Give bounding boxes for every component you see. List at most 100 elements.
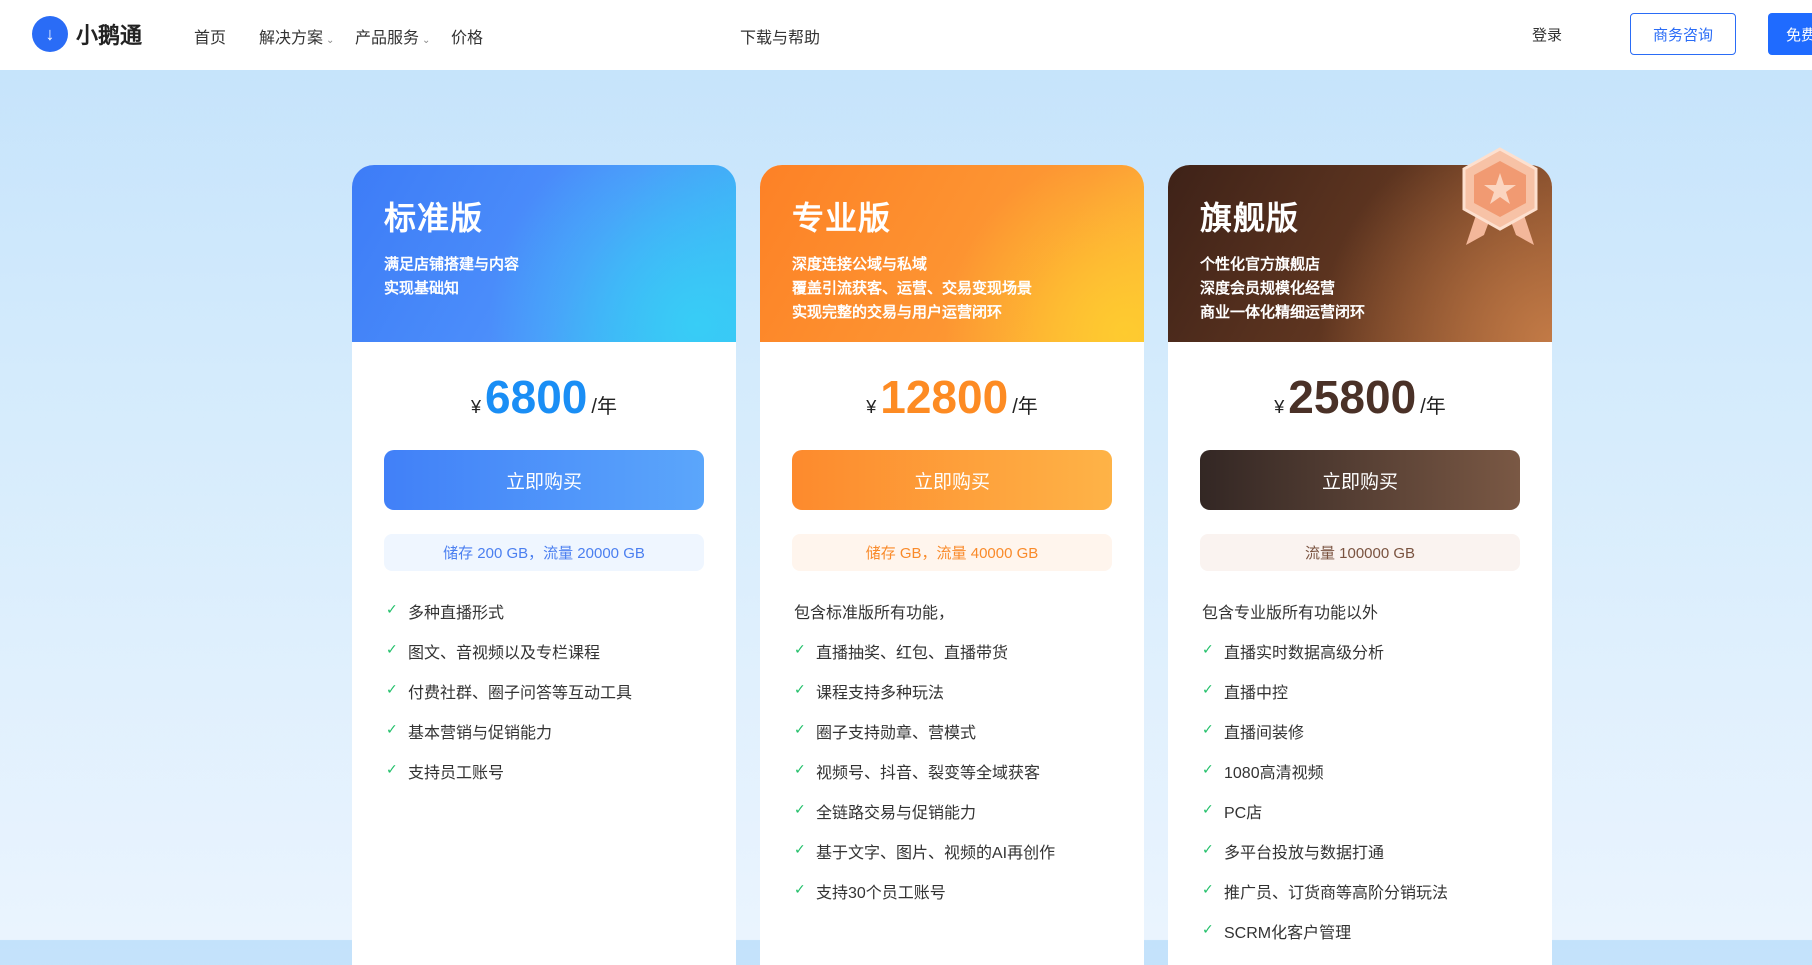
feature-item: ✓ SCRM化客户管理: [1202, 919, 1552, 959]
price-amount: 6800: [485, 371, 588, 423]
plan-price: ¥ 12800 /年: [760, 370, 1144, 424]
price-unit: /年: [1012, 396, 1038, 418]
currency: ¥: [471, 397, 482, 417]
feature-item: ✓ 基本营销与促销能力: [386, 719, 736, 759]
feature-text: 多平台投放与数据打通: [1224, 845, 1385, 862]
chevron-down-icon: ⌄: [422, 35, 431, 46]
nav-item-help[interactable]: 下载与帮助: [740, 24, 820, 48]
buy-button[interactable]: 立即购买: [384, 450, 704, 510]
feature-text: 多种直播形式: [408, 605, 505, 622]
price-unit: /年: [591, 396, 617, 418]
nav-label: 下载与帮助: [740, 30, 821, 47]
feature-item: ✓ 视频号、抖音、裂变等全域获客: [794, 759, 1144, 799]
nav-label: 首页: [194, 30, 227, 47]
feature-item: ✓ 1080高清视频: [1202, 759, 1552, 799]
feature-text: 推广员、订货商等高阶分销玩法: [1224, 885, 1449, 902]
feature-intro: 包含标准版所有功能，: [794, 605, 955, 622]
feature-text: 直播实时数据高级分析: [1224, 645, 1385, 662]
nav-item-pricing[interactable]: 价格: [451, 24, 483, 48]
logo-icon: ↓: [32, 16, 68, 52]
check-icon: ✓: [794, 721, 806, 737]
feature-text: 课程支持多种玩法: [816, 685, 945, 702]
feature-item: ✓ 课程支持多种玩法: [794, 679, 1144, 719]
feature-item: ✓ 推广员、订货商等高阶分销玩法: [1202, 879, 1552, 919]
price-unit: /年: [1420, 396, 1446, 418]
feature-text: 图文、音视频以及专栏课程: [408, 645, 601, 662]
feature-item: ✓ 基于文字、图片、视频的AI再创作: [794, 839, 1144, 879]
feature-list: ✓ 多种直播形式 ✓ 图文、音视频以及专栏课程 ✓ 付费社群、圈子问答等互动工具 ✓ 基…: [386, 599, 736, 799]
plan-desc: 满足店铺搭建与内容: [384, 256, 520, 273]
feature-text: 直播间装修: [1224, 725, 1305, 742]
feature-item: ✓ 多种直播形式: [386, 599, 736, 639]
check-icon: ✓: [1202, 881, 1214, 897]
feature-text: 支持30个员工账号: [816, 885, 946, 902]
feature-text: SCRM化客户管理: [1224, 925, 1352, 942]
price-amount: 25800: [1288, 371, 1417, 423]
check-icon: ✓: [386, 601, 398, 617]
login-link[interactable]: 登录: [1532, 24, 1562, 45]
storage-info: 储存 200 GB，流量 20000 GB: [384, 534, 704, 571]
plan-name: 专业版: [792, 200, 892, 236]
check-icon: ✓: [386, 761, 398, 777]
currency: ¥: [1274, 397, 1285, 417]
check-icon: ✓: [1202, 761, 1214, 777]
check-icon: ✓: [386, 721, 398, 737]
check-icon: ✓: [386, 681, 398, 697]
check-icon: ✓: [794, 881, 806, 897]
plan-desc: 实现完整的交易与用户运营闭环: [792, 304, 1003, 321]
logo[interactable]: ↓ 小鹅通: [32, 16, 142, 52]
medal-badge-icon: [1462, 147, 1538, 245]
plan-header: 旗舰版 个性化官方旗舰店 深度会员规模化经营 商业一体化精细运营闭环: [1168, 147, 1552, 342]
plan-price: ¥ 25800 /年: [1168, 370, 1552, 424]
plan-desc: 深度连接公域与私域: [792, 256, 928, 273]
plan-desc: 深度会员规模化经营: [1200, 280, 1336, 297]
check-icon: ✓: [1202, 801, 1214, 817]
feature-text: PC店: [1224, 805, 1263, 822]
feature-list: 包含专业版所有功能以外 ✓ 直播实时数据高级分析 ✓ 直播中控 ✓ 直播间装修 ✓ 10…: [1202, 599, 1552, 959]
feature-text: 全链路交易与促销能力: [816, 805, 977, 822]
feature-item: ✓ 支持员工账号: [386, 759, 736, 799]
nav-item-products[interactable]: 产品服务 ⌄: [355, 24, 430, 48]
feature-text: 付费社群、圈子问答等互动工具: [408, 685, 633, 702]
free-trial-button[interactable]: 免费: [1768, 13, 1812, 55]
feature-text: 视频号、抖音、裂变等全域获客: [816, 765, 1041, 782]
feature-intro: 包含专业版所有功能以外: [1202, 605, 1379, 622]
storage-info: 储存 GB，流量 40000 GB: [792, 534, 1112, 571]
plan-price: ¥ 6800 /年: [352, 370, 736, 424]
check-icon: ✓: [386, 641, 398, 657]
nav-label: 产品服务: [355, 30, 420, 47]
feature-text: 直播中控: [1224, 685, 1289, 702]
plan-header: 标准版 满足店铺搭建与内容 实现基础知: [352, 165, 736, 342]
feature-text: 1080高清视频: [1224, 765, 1324, 782]
feature-item: ✓ PC店: [1202, 799, 1552, 839]
buy-button[interactable]: 立即购买: [792, 450, 1112, 510]
logo-text: 小鹅通: [76, 23, 143, 48]
nav-label: 价格: [451, 30, 484, 47]
check-icon: ✓: [1202, 641, 1214, 657]
plan-name: 标准版: [384, 200, 484, 236]
plan-desc: 商业一体化精细运营闭环: [1200, 304, 1366, 321]
plan-card-standard: 标准版 满足店铺搭建与内容 实现基础知 ¥ 6800 /年 立即购买 储存 20…: [352, 165, 736, 965]
top-nav: ↓ 小鹅通 首页 解决方案 ⌄ 产品服务 ⌄ 价格 下载与帮助 登录 商务咨询 免费: [0, 0, 1812, 70]
buy-button[interactable]: 立即购买: [1200, 450, 1520, 510]
check-icon: ✓: [794, 641, 806, 657]
feature-text: 支持员工账号: [408, 765, 505, 782]
feature-item: ✓ 圈子支持勋章、营模式: [794, 719, 1144, 759]
nav-item-solutions[interactable]: 解决方案 ⌄: [259, 24, 334, 48]
check-icon: ✓: [794, 801, 806, 817]
feature-list: 包含标准版所有功能， ✓ 直播抽奖、红包、直播带货 ✓ 课程支持多种玩法 ✓ 圈子支持…: [794, 599, 1144, 919]
feature-text: 基本营销与促销能力: [408, 725, 553, 742]
contact-button[interactable]: 商务咨询: [1630, 13, 1736, 55]
price-amount: 12800: [880, 371, 1009, 423]
feature-item: ✓ 付费社群、圈子问答等互动工具: [386, 679, 736, 719]
feature-item: ✓ 全链路交易与促销能力: [794, 799, 1144, 839]
feature-text: 基于文字、图片、视频的AI再创作: [816, 845, 1056, 862]
feature-text: 圈子支持勋章、营模式: [816, 725, 977, 742]
feature-text: 直播抽奖、红包、直播带货: [816, 645, 1009, 662]
check-icon: ✓: [794, 841, 806, 857]
nav-label: 解决方案: [259, 30, 324, 47]
feature-item: ✓ 直播中控: [1202, 679, 1552, 719]
nav-item-home[interactable]: 首页: [194, 24, 226, 48]
check-icon: ✓: [794, 681, 806, 697]
plan-card-flagship: 旗舰版 个性化官方旗舰店 深度会员规模化经营 商业一体化精细运营闭环 ¥ 258…: [1168, 147, 1552, 965]
